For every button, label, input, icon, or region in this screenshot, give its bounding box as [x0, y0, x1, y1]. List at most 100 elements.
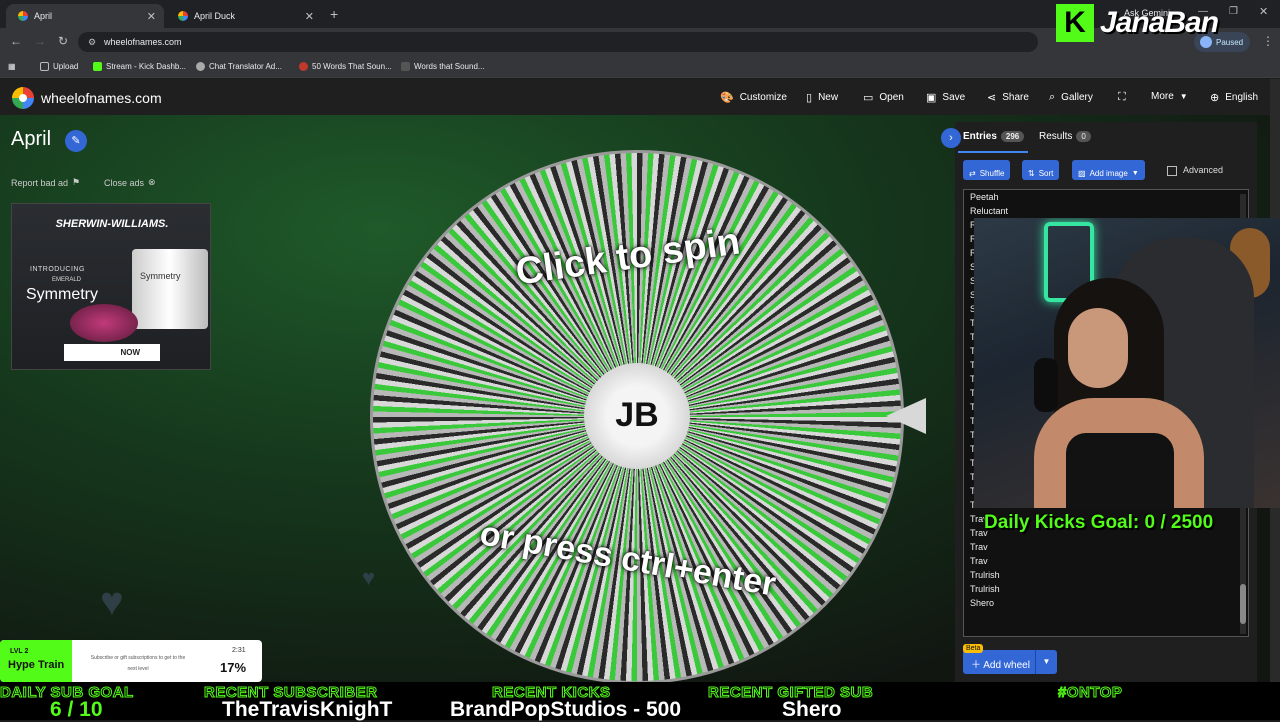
window-close-icon[interactable]: ✕ [1259, 5, 1268, 18]
advertisement[interactable]: SHERWIN-WILLIAMS. INTRODUCING EMERALD Sy… [11, 203, 211, 370]
kick-logo: K [1056, 4, 1094, 42]
wheel-center-logo[interactable]: JB [584, 363, 690, 469]
scrollbar-thumb[interactable] [1240, 584, 1246, 624]
browser-menu-icon[interactable]: ⋮ [1262, 34, 1274, 48]
tab-april[interactable]: April ✕ [6, 4, 164, 28]
entry-line[interactable]: Peetah [964, 190, 1248, 204]
ad-subbrand: EMERALD [52, 277, 82, 283]
stream-ticker: DAILY SUB GOAL 6 / 10 RECENT SUBSCRIBER … [0, 682, 1280, 721]
add-wheel-dropdown-icon[interactable]: ▼ [1035, 650, 1057, 674]
wheel-logo-icon[interactable] [12, 87, 34, 109]
customize-button[interactable]: 🎨 Customize [720, 91, 787, 104]
tab-results[interactable]: Results 0 [1039, 131, 1091, 142]
bookmark-upload[interactable]: Upload [40, 62, 78, 71]
more-button[interactable]: More ▼ [1151, 91, 1188, 102]
edit-title-button[interactable]: ✎ [65, 130, 87, 152]
close-tab-icon[interactable]: ✕ [305, 10, 314, 23]
add-image-button[interactable]: ▨ Add image ▼ [1072, 160, 1145, 180]
app-header: wheelofnames.com 🎨 Customize ▯ New ▭ Open ▣… [0, 79, 1270, 115]
forward-icon[interactable]: → [34, 34, 46, 48]
close-ads-link[interactable]: Close ads ⊗ [104, 177, 156, 188]
url-bar[interactable]: ⚙ wheelofnames.com [78, 32, 1038, 52]
report-ad-label: Report bad ad [11, 177, 69, 188]
report-ad-link[interactable]: Report bad ad ⚑ [11, 177, 80, 188]
restore-icon[interactable]: ❐ [1229, 6, 1238, 17]
site-info-icon[interactable]: ⚙ [88, 37, 96, 48]
sort-button[interactable]: ⇅ Sort [1022, 160, 1060, 180]
menu-label: English [1225, 92, 1259, 103]
new-button[interactable]: ▯ New [806, 91, 838, 104]
janaban-logo-icon: JB [615, 396, 659, 434]
menu-label: Open [879, 92, 904, 103]
entry-line[interactable]: Shero [964, 596, 1248, 610]
tab-entries[interactable]: Entries 296 [963, 131, 1025, 142]
streamer-face [1068, 308, 1128, 388]
streamer-name: JanaBan [1100, 6, 1219, 39]
open-button[interactable]: ▭ Open [863, 91, 904, 104]
chevron-down-icon: ▼ [1179, 92, 1188, 101]
bookmarks-bar: ▦ Upload Stream - Kick Dashb... Chat Tra… [0, 56, 1280, 78]
webcam-overlay [974, 218, 1280, 508]
button-label: Add image [1089, 168, 1128, 178]
new-file-icon: ▯ [806, 92, 813, 104]
results-count-badge: 0 [1076, 131, 1091, 142]
reload-icon[interactable]: ↻ [58, 34, 68, 48]
hype-level: LVL 2 [10, 648, 29, 655]
hype-description: Subscribe or gift subscriptions to get t… [90, 655, 186, 672]
button-label: Sort [1038, 168, 1054, 178]
menu-label: Share [1002, 92, 1029, 103]
tab-label: Results [1039, 131, 1073, 142]
language-button[interactable]: ⊕ English [1210, 91, 1258, 104]
shuffle-button[interactable]: ⇄ Shuffle [963, 160, 1011, 180]
entry-line[interactable]: Trav [964, 540, 1248, 554]
entry-line[interactable]: Trulrish [964, 568, 1248, 582]
folder-icon [40, 62, 49, 71]
kick-icon [93, 62, 102, 71]
advanced-checkbox[interactable] [1167, 166, 1177, 176]
add-wheel-button[interactable]: ＋ Add wheel ▼ [963, 650, 1057, 674]
tab-april-duck[interactable]: April Duck ✕ [166, 4, 322, 28]
bookmark-label: Upload [53, 62, 79, 71]
fullscreen-button[interactable]: ⛶ [1118, 91, 1126, 104]
globe-icon [196, 62, 205, 71]
entry-line[interactable]: Trulrish [964, 582, 1248, 596]
fullscreen-icon: ⛶ [1118, 91, 1126, 103]
image-icon: ▨ [1078, 168, 1086, 178]
site-name[interactable]: wheelofnames.com [41, 90, 162, 106]
entry-line[interactable]: Trav [964, 554, 1248, 568]
collapse-panel-button[interactable]: › [941, 128, 961, 148]
button-label: Shuffle [979, 168, 1005, 178]
sub-goal-value: 6 / 10 [50, 698, 103, 721]
ad-cta-button[interactable]: NOW [64, 344, 160, 361]
bookmark-words-sound[interactable]: Words that Sound... [401, 62, 485, 71]
close-ads-label: Close ads [104, 177, 145, 188]
search-icon: ⌕ [1049, 91, 1056, 103]
ontop-label: #ONTOP [1057, 684, 1123, 702]
back-icon[interactable]: ← [10, 34, 22, 48]
beta-badge: Beta [963, 644, 984, 653]
gallery-button[interactable]: ⌕ Gallery [1049, 91, 1093, 104]
bookmark-kick-dashboard[interactable]: Stream - Kick Dashb... [93, 62, 186, 71]
streamer-top [1066, 433, 1174, 508]
site-icon [299, 62, 308, 71]
menu-label: More [1151, 91, 1174, 102]
entry-line[interactable]: Reluctant [964, 204, 1248, 218]
tab-label: Entries [963, 131, 997, 142]
chevron-down-icon: ▼ [1131, 169, 1139, 177]
bookmark-label: Stream - Kick Dashb... [106, 62, 187, 71]
share-button[interactable]: ⋖ Share [987, 91, 1029, 104]
hype-title: Hype Train [8, 659, 65, 671]
shuffle-icon: ⇄ [969, 168, 976, 178]
url-text: wheelofnames.com [104, 37, 182, 47]
ad-product: Symmetry [26, 286, 98, 303]
wheel-favicon-icon [18, 11, 28, 21]
close-tab-icon[interactable]: ✕ [147, 10, 156, 23]
bookmark-50-words[interactable]: 50 Words That Soun... [299, 62, 392, 71]
apps-grid-icon[interactable]: ▦ [8, 62, 16, 71]
heart-icon: ♥ [100, 580, 124, 624]
new-tab-icon[interactable]: + [330, 6, 338, 22]
site-icon [401, 62, 410, 71]
bookmark-chat-translator[interactable]: Chat Translator Ad... [196, 62, 282, 71]
save-button[interactable]: ▣ Save [926, 91, 965, 104]
heart-icon: ♥ [362, 565, 376, 590]
